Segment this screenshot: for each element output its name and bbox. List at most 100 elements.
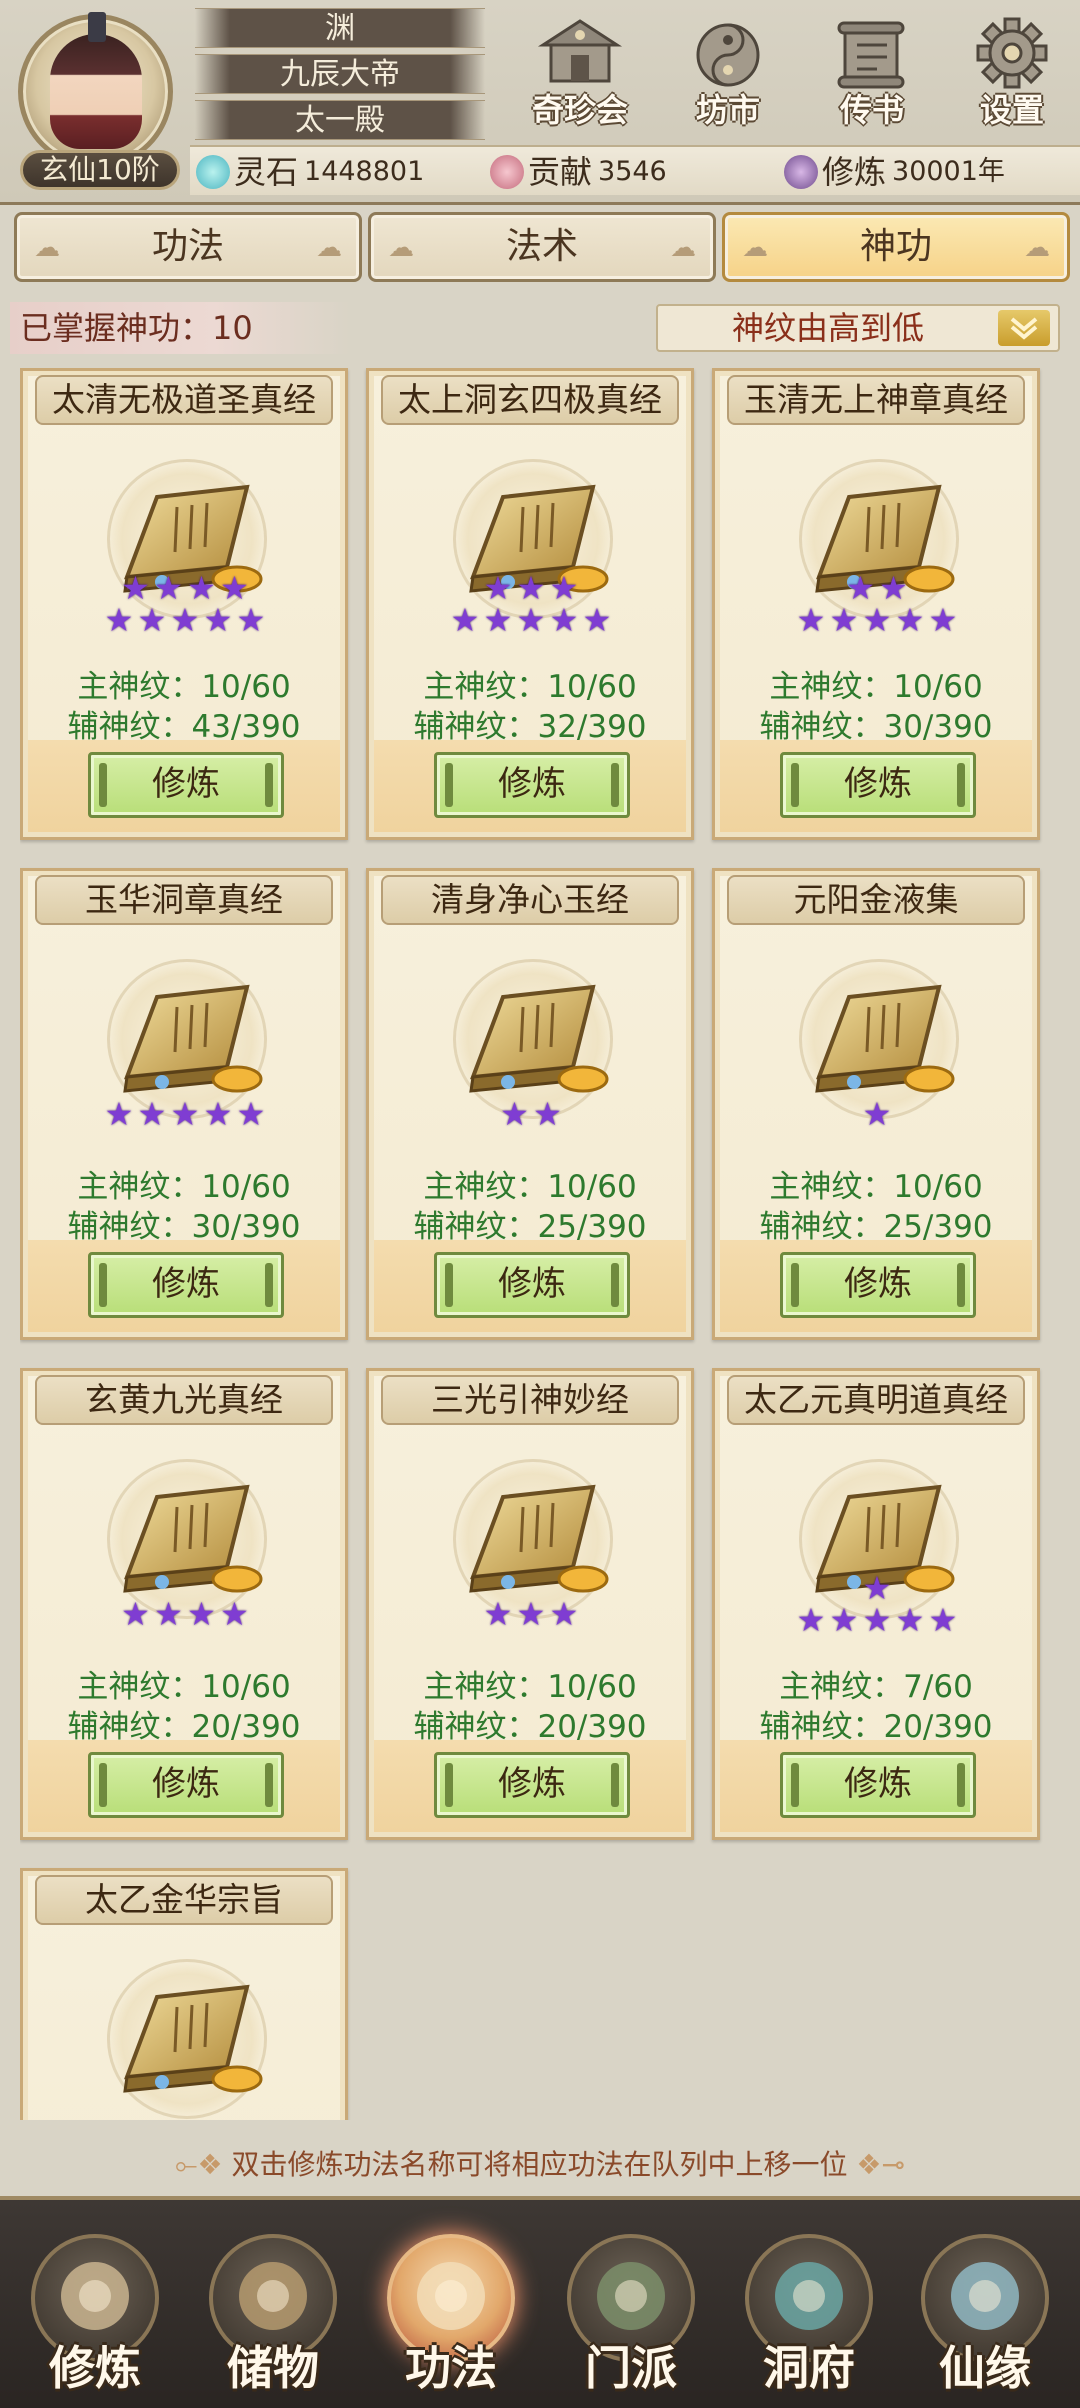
nav-label: 仙缘 (939, 2341, 1031, 2395)
train-button[interactable]: 修炼 (434, 1752, 630, 1818)
train-button[interactable]: 修炼 (434, 1252, 630, 1318)
tab-techniques[interactable]: ☁ 功法 ☁ (14, 212, 362, 282)
tab-spells[interactable]: ☁ 法术 ☁ (368, 212, 716, 282)
train-button[interactable]: 修炼 (88, 1252, 284, 1318)
nav-item-immortal-fate[interactable]: 仙缘 (900, 2220, 1070, 2405)
mail-button[interactable]: 传书 (812, 14, 932, 132)
main-rune-stat: 主神纹：10/60 (77, 1669, 291, 1705)
star-icon: ★ (220, 1595, 249, 1633)
divine-art-card[interactable]: 清身净心玉经 ★ ★ 主神纹：10/60 辅神纹：25/390 修炼 (366, 868, 694, 1340)
nav-item-sect-gate[interactable]: 门派 (546, 2220, 716, 2405)
cloud-ornament-icon: ☁ (1024, 233, 1050, 263)
cloud-ornament-icon: ☁ (742, 233, 768, 263)
settings-button[interactable]: 设置 (952, 14, 1072, 132)
divine-art-card[interactable]: 三光引神妙经 ★ ★ ★ 主神纹：10/60 辅神纹：20/390 修炼 (366, 1368, 694, 1840)
star-rating-row: ★ (715, 1097, 1037, 1131)
treasure-pavilion-icon (537, 14, 623, 92)
main-rune-stat: 主神纹：10/60 (423, 669, 637, 705)
train-button[interactable]: 修炼 (780, 752, 976, 818)
card-footer: 修炼 (28, 1240, 340, 1332)
star-icon: ★ (236, 601, 266, 639)
divine-art-card[interactable]: 太乙元真明道真经 ★ ★ ★ ★ ★ ★ 主神纹：7/60 辅神纹：20/390 修炼 (712, 1368, 1040, 1840)
star-rating-row: ★ ★ ★ ★ ★ (23, 1097, 345, 1131)
train-button[interactable]: 修炼 (780, 1252, 976, 1318)
star-icon: ★ (500, 1095, 529, 1133)
train-button[interactable]: 修炼 (434, 752, 630, 818)
cultivation-resource: 修炼 30001年 (784, 151, 1005, 193)
main-rune-stat: 主神纹：10/60 (769, 1169, 983, 1205)
cloud-ornament-icon: ☁ (670, 233, 696, 263)
card-title[interactable]: 三光引神妙经 (381, 1375, 679, 1425)
card-title[interactable]: 玉华洞章真经 (35, 875, 333, 925)
tab-divine-arts[interactable]: ☁ 神功 ☁ (722, 212, 1070, 282)
star-rating-row: ★ ★ ★ ★ ★ (715, 603, 1037, 637)
star-rating-row: ★ (715, 1571, 1037, 1605)
main-rune-stat: 主神纹：7/60 (779, 1669, 973, 1705)
train-button[interactable]: 修炼 (780, 1752, 976, 1818)
resource-bar: 灵石 1448801 贡献 3546 修炼 30001年 (190, 145, 1080, 195)
scripture-book-icon (87, 1949, 287, 2120)
star-icon: ★ (450, 601, 480, 639)
star-icon: ★ (121, 1595, 150, 1633)
card-footer: 修炼 (720, 1240, 1032, 1332)
gear-icon (969, 14, 1055, 92)
star-icon: ★ (170, 1095, 200, 1133)
spirit-stone-resource: 灵石 1448801 (196, 151, 424, 193)
star-icon: ★ (846, 569, 875, 607)
nav-item-cultivation[interactable]: 修炼 (10, 2220, 180, 2405)
nav-item-technique-scroll[interactable]: 功法 (366, 2220, 536, 2405)
sort-dropdown[interactable]: 神纹由高到低 (656, 304, 1060, 352)
divine-art-card[interactable]: 太清无极道圣真经 ★ ★ ★ ★ ★ ★ ★ ★ ★ 主神纹：10/60 辅神纹：43/390 修炼 (20, 368, 348, 840)
cultivation-icon (784, 155, 818, 189)
star-icon: ★ (829, 601, 859, 639)
card-footer: 修炼 (720, 740, 1032, 832)
train-button[interactable]: 修炼 (88, 1752, 284, 1818)
treasure-pavilion-button[interactable]: 奇珍会 (520, 14, 640, 132)
card-title[interactable]: 太清无极道圣真经 (35, 375, 333, 425)
star-icon: ★ (220, 569, 249, 607)
divine-art-card[interactable]: 元阳金液集 ★ 主神纹：10/60 辅神纹：25/390 修炼 (712, 868, 1040, 1340)
card-title[interactable]: 太上洞玄四极真经 (381, 375, 679, 425)
train-button[interactable]: 修炼 (88, 752, 284, 818)
nav-item-cave-dwelling[interactable]: 洞府 (724, 2220, 894, 2405)
card-title[interactable]: 太乙元真明道真经 (727, 1375, 1025, 1425)
chevron-down-icon (998, 310, 1050, 346)
star-icon: ★ (187, 569, 216, 607)
divine-art-card[interactable]: 太乙金华宗旨 (20, 1868, 348, 2120)
star-icon: ★ (582, 601, 612, 639)
star-icon: ★ (121, 569, 150, 607)
divine-art-card[interactable]: 玉清无上神章真经 ★ ★ ★ ★ ★ ★ ★ 主神纹：10/60 辅神纹：30/390 修炼 (712, 368, 1040, 840)
card-title[interactable]: 清身净心玉经 (381, 875, 679, 925)
divine-art-card[interactable]: 玉华洞章真经 ★ ★ ★ ★ ★ 主神纹：10/60 辅神纹：30/390 修炼 (20, 868, 348, 1340)
card-title[interactable]: 玉清无上神章真经 (727, 375, 1025, 425)
divine-art-card[interactable]: 玄黄九光真经 ★ ★ ★ ★ 主神纹：10/60 辅神纹：20/390 修炼 (20, 1368, 348, 1840)
player-title-plates: 渊 九辰大帝 太一殿 (195, 8, 485, 146)
star-rating-row: ★ ★ ★ (369, 1597, 691, 1631)
star-rating-row: ★ ★ ★ (369, 571, 691, 605)
top-header: 玄仙10阶 渊 九辰大帝 太一殿 奇珍会 坊市 传书 设置 灵石 1448801… (0, 0, 1080, 205)
card-footer: 修炼 (374, 740, 686, 832)
star-icon: ★ (796, 601, 826, 639)
star-icon: ★ (483, 1595, 513, 1633)
player-avatar[interactable]: 玄仙10阶 (8, 8, 188, 190)
star-icon: ★ (862, 1095, 892, 1133)
main-rune-stat: 主神纹：10/60 (77, 1169, 291, 1205)
divine-art-card[interactable]: 太上洞玄四极真经 ★ ★ ★ ★ ★ ★ ★ ★ 主神纹：10/60 辅神纹：32/390 修炼 (366, 368, 694, 840)
nav-item-storage-bag[interactable]: 储物 (188, 2220, 358, 2405)
hint-text: ⟜❖ 双击修炼功法名称可将相应功法在队列中上移一位 ❖⊸ (175, 2148, 905, 2181)
star-icon: ★ (862, 1601, 892, 1639)
star-icon: ★ (203, 601, 233, 639)
card-title[interactable]: 太乙金华宗旨 (35, 1875, 333, 1925)
star-icon: ★ (549, 1595, 579, 1633)
contribution-icon (490, 155, 524, 189)
spirit-stone-icon (196, 155, 230, 189)
market-icon (685, 14, 771, 92)
cloud-ornament-icon: ☁ (34, 233, 60, 263)
card-title[interactable]: 玄黄九光真经 (35, 1375, 333, 1425)
card-title[interactable]: 元阳金液集 (727, 875, 1025, 925)
star-icon: ★ (137, 1095, 167, 1133)
star-icon: ★ (483, 601, 513, 639)
nav-label: 功法 (405, 2341, 497, 2395)
market-button[interactable]: 坊市 (668, 14, 788, 132)
bottom-nav: 修炼 储物 功法 门派 洞府 仙缘 (0, 2196, 1080, 2408)
